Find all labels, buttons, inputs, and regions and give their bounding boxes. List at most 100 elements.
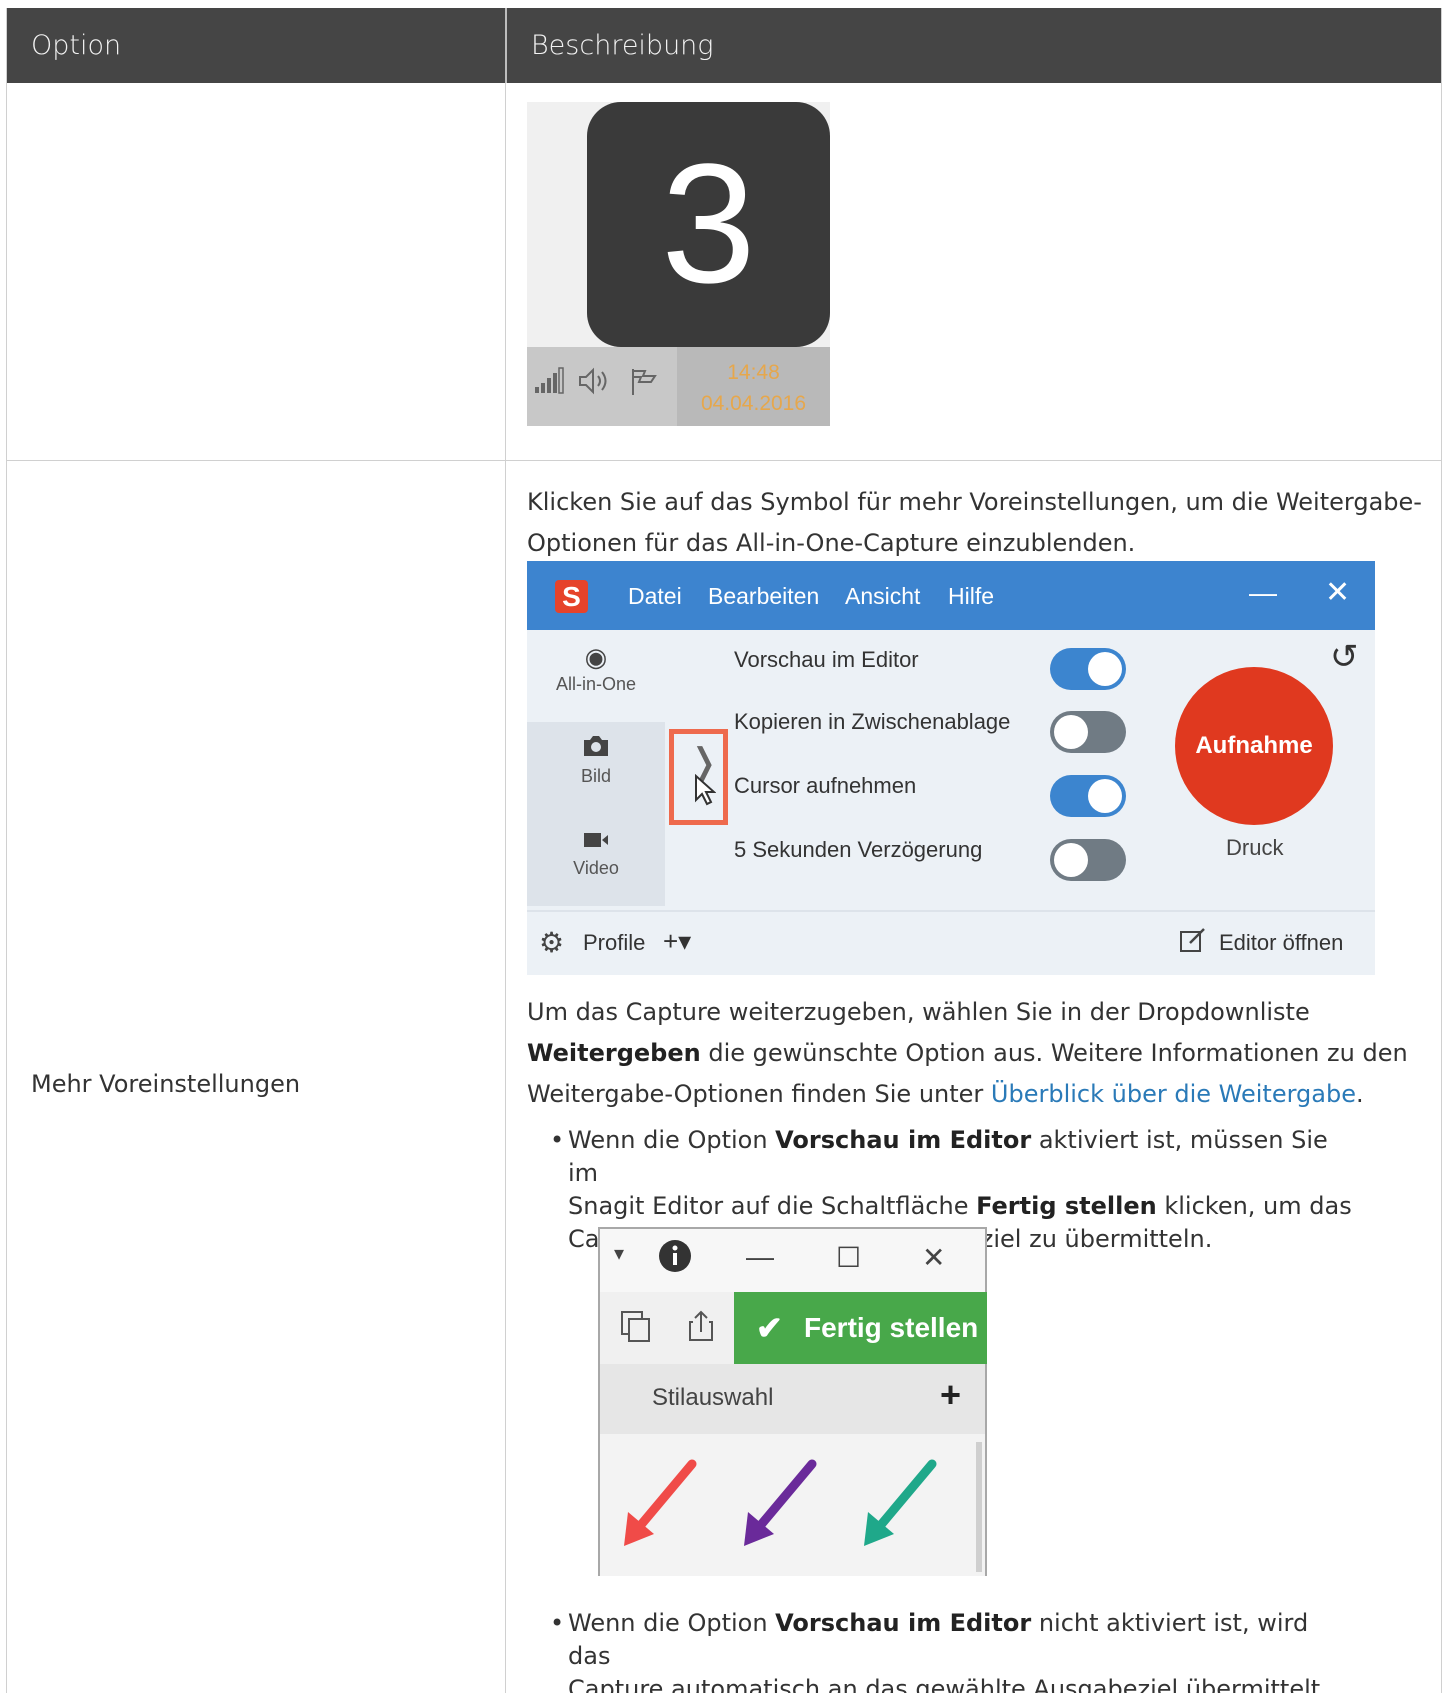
- option-preview-in-editor: Vorschau im Editor: [734, 647, 919, 672]
- speaker-icon: [577, 367, 611, 402]
- editor-titlebar: ▾ — ☐ ✕: [600, 1229, 985, 1292]
- video-camera-icon: [527, 826, 665, 858]
- b2a: Wenn die Option: [568, 1609, 776, 1637]
- intro-paragraph: Klicken Sie auf das Symbol für mehr Vore…: [527, 482, 1422, 564]
- signal-icon: [533, 367, 565, 402]
- clock-date: 04.04.2016: [700, 392, 807, 415]
- bullet1-line-1: Wenn die Option Vorschau im Editor aktiv…: [568, 1124, 1358, 1190]
- add-profile-icon[interactable]: +▾: [663, 926, 691, 957]
- style-gallery: [600, 1434, 985, 1576]
- countdown-box: 3: [587, 102, 830, 347]
- clock-time: 14:48: [727, 361, 780, 384]
- add-style-icon[interactable]: +: [940, 1374, 961, 1416]
- snagit-logo-icon: S: [555, 580, 588, 613]
- finish-button-label: Fertig stellen: [804, 1312, 979, 1343]
- bullet-preview-disabled: • Wenn die Option Vorschau im Editor nic…: [550, 1607, 1358, 1693]
- open-editor-label[interactable]: Editor öffnen: [1219, 930, 1343, 956]
- more-presets-toggle[interactable]: ❭: [669, 729, 728, 825]
- share-line-2: Weitergeben die gewünschte Option aus. W…: [527, 1033, 1408, 1074]
- option-copy-clipboard: Kopieren in Zwischenablage: [734, 709, 1011, 734]
- bullet-dot: •: [550, 1609, 565, 1637]
- style-gallery-label: Stilauswahl: [652, 1384, 774, 1411]
- b1a: Wenn die Option: [568, 1126, 776, 1154]
- bullet2-line-1: Wenn die Option Vorschau im Editor nicht…: [568, 1607, 1358, 1673]
- arrow-style-3[interactable]: [864, 1459, 937, 1546]
- share-paragraph: Um das Capture weiterzugeben, wählen Sie…: [527, 992, 1408, 1115]
- flag-icon: [629, 367, 659, 404]
- capture-window-footer: ⚙ Profile +▾ Editor öffnen: [527, 910, 1375, 975]
- checkmark-icon: ✔: [756, 1310, 783, 1346]
- share-line-3: Weitergabe-Optionen finden Sie unter Übe…: [527, 1074, 1408, 1115]
- toggle-delay[interactable]: [1050, 839, 1126, 881]
- arrow-style-1[interactable]: [624, 1459, 697, 1546]
- mode-label: Bild: [580, 766, 611, 786]
- editor-screenshot: ▾ — ☐ ✕ ✔ Fertig stellen Stilauswahl +: [598, 1227, 987, 1576]
- mode-all-in-one[interactable]: ◉ All-in-One: [527, 630, 665, 722]
- bullet1-line-2: Snagit Editor auf die Schaltfläche Ferti…: [568, 1190, 1358, 1223]
- menu-datei[interactable]: Datei: [628, 583, 682, 610]
- mode-image[interactable]: Bild: [527, 722, 665, 814]
- bullet2-line-2: Capture automatisch an das gewählte Ausg…: [568, 1675, 1328, 1693]
- table-header: Option Beschreibung: [7, 8, 1441, 83]
- arrow-style-2[interactable]: [744, 1459, 817, 1546]
- minimize-icon[interactable]: —: [1249, 577, 1277, 609]
- option-capture-cursor: Cursor aufnehmen: [734, 773, 917, 798]
- tray-clock: 14:48 04.04.2016: [677, 347, 830, 426]
- share-line-3-post: .: [1355, 1080, 1364, 1108]
- mode-label: Video: [573, 858, 619, 878]
- mouse-cursor-icon: [694, 773, 717, 815]
- finish-button[interactable]: ✔ Fertig stellen: [734, 1292, 987, 1364]
- hotkey-label: Druck: [1226, 835, 1284, 860]
- toggle-preview-in-editor[interactable]: [1050, 648, 1126, 690]
- row-divider: [7, 460, 1441, 461]
- share-overview-link[interactable]: Überblick über die Weitergabe: [991, 1080, 1356, 1108]
- capture-window-screenshot: S Datei Bearbeiten Ansicht Hilfe — ✕ ◉ A…: [527, 561, 1375, 975]
- toggle-copy-clipboard[interactable]: [1050, 711, 1126, 753]
- share-line-1: Um das Capture weiterzugeben, wählen Sie…: [527, 998, 1310, 1026]
- header-description: Beschreibung: [531, 30, 714, 61]
- close-icon[interactable]: ✕: [1325, 575, 1350, 610]
- b1b: Vorschau im Editor: [775, 1126, 1032, 1154]
- header-divider: [505, 8, 507, 83]
- mode-video[interactable]: Video: [527, 814, 665, 906]
- radio-icon: ◉: [584, 642, 608, 672]
- capture-window-titlebar: S Datei Bearbeiten Ansicht Hilfe — ✕: [527, 561, 1375, 630]
- scrollbar[interactable]: [976, 1442, 982, 1572]
- option-label-more-presets: Mehr Voreinstellungen: [31, 1070, 301, 1098]
- capture-button[interactable]: Aufnahme: [1175, 667, 1333, 825]
- b2b: Vorschau im Editor: [775, 1609, 1032, 1637]
- edit-icon[interactable]: [1179, 926, 1207, 961]
- capture-mode-sidebar: ◉ All-in-One Bild Video: [527, 630, 665, 910]
- bullet-dot: •: [550, 1126, 565, 1154]
- column-divider: [505, 83, 506, 1693]
- b1f: klicken, um das: [1156, 1192, 1352, 1220]
- style-gallery-header: Stilauswahl +: [600, 1364, 985, 1434]
- profiles-label[interactable]: Profile: [583, 930, 645, 956]
- option-delay: 5 Sekunden Verzögerung: [734, 837, 983, 862]
- menu-hilfe[interactable]: Hilfe: [948, 583, 994, 610]
- intro-line-2: Optionen für das All-in-One-Capture einz…: [527, 529, 1136, 557]
- maximize-icon[interactable]: ☐: [836, 1241, 861, 1274]
- info-icon[interactable]: [658, 1239, 692, 1280]
- reset-icon[interactable]: ↺: [1330, 637, 1359, 677]
- header-option: Option: [31, 30, 122, 61]
- toggle-capture-cursor[interactable]: [1050, 775, 1126, 817]
- menu-ansicht[interactable]: Ansicht: [845, 583, 920, 610]
- camera-icon: [527, 734, 665, 766]
- mode-label: All-in-One: [555, 674, 637, 694]
- b1d: Snagit Editor auf die Schaltfläche: [568, 1192, 977, 1220]
- share-icon[interactable]: [688, 1310, 714, 1350]
- share-line-2-rest: die gewünschte Option aus. Weitere Infor…: [700, 1039, 1408, 1067]
- close-icon[interactable]: ✕: [922, 1241, 945, 1274]
- countdown-screenshot: 3 14:48 04.04.2016: [527, 102, 830, 426]
- gear-icon[interactable]: ⚙: [539, 926, 564, 959]
- share-dropdown-name: Weitergeben: [527, 1039, 701, 1067]
- copy-icon[interactable]: [620, 1310, 652, 1352]
- countdown-number: 3: [661, 129, 756, 319]
- dropdown-caret-icon[interactable]: ▾: [614, 1241, 624, 1266]
- arrow-styles: [624, 1459, 937, 1546]
- intro-line-1: Klicken Sie auf das Symbol für mehr Vore…: [527, 488, 1422, 516]
- minimize-icon[interactable]: —: [746, 1241, 774, 1273]
- share-line-3-pre: Weitergabe-Optionen finden Sie unter: [527, 1080, 991, 1108]
- menu-bearbeiten[interactable]: Bearbeiten: [708, 583, 819, 610]
